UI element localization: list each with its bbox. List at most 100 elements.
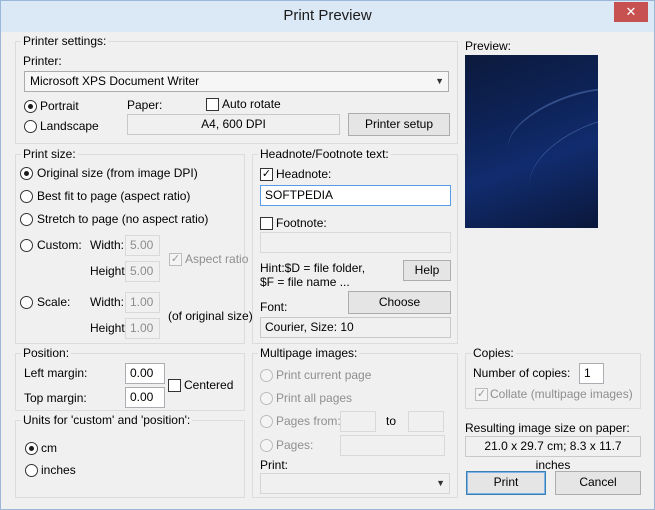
cancel-button[interactable]: Cancel — [555, 471, 641, 495]
help-button[interactable]: Help — [403, 260, 451, 281]
copies-group: Copies: Number of copies: 1 ✓ Collate (m… — [465, 346, 641, 409]
scale-radio[interactable] — [20, 296, 33, 309]
portrait-radio[interactable] — [24, 100, 37, 113]
footnote-checkbox[interactable] — [260, 217, 273, 230]
window-title: Print Preview — [283, 7, 372, 24]
custom-label: Custom: — [37, 238, 82, 252]
pages-from-label: Pages from: — [276, 414, 341, 428]
print-all-label: Print all pages — [276, 391, 353, 405]
units-group: Units for 'custom' and 'position': cm in… — [15, 413, 245, 498]
collate-checkbox[interactable]: ✓ — [475, 388, 488, 401]
landscape-label: Landscape — [40, 119, 99, 133]
left-margin-input[interactable]: 0.00 — [125, 363, 165, 384]
collate-label: Collate (multipage images) — [490, 387, 633, 401]
chevron-down-icon: ▼ — [435, 76, 444, 86]
printer-select[interactable]: Microsoft XPS Document Writer ▼ — [24, 71, 449, 92]
scale-label: Scale: — [37, 295, 71, 309]
original-size-radio[interactable] — [20, 167, 33, 180]
paper-info: A4, 600 DPI — [127, 114, 340, 135]
choose-font-button[interactable]: Choose — [348, 291, 451, 314]
pages-from-radio[interactable] — [260, 415, 273, 428]
cm-label: cm — [41, 441, 57, 455]
aspect-ratio-checkbox[interactable]: ✓ — [169, 253, 182, 266]
pages-from-input[interactable] — [340, 411, 376, 432]
print-current-radio[interactable] — [260, 369, 273, 382]
print-button[interactable]: Print — [466, 471, 546, 495]
scale-height-label: Height: — [90, 321, 129, 335]
custom-width-label: Width: — [90, 238, 125, 252]
font-label: Font: — [260, 300, 288, 314]
pages-to-label: to — [386, 414, 397, 428]
multipage-label: Multipage images: — [258, 346, 360, 360]
stretch-radio[interactable] — [20, 213, 33, 226]
best-fit-label: Best fit to page (aspect ratio) — [37, 189, 191, 203]
copies-label: Copies: — [471, 346, 516, 360]
position-group: Position: Left margin: 0.00 Top margin: … — [15, 346, 245, 411]
centered-label: Centered — [184, 378, 234, 392]
landscape-radio[interactable] — [24, 120, 37, 133]
custom-height-label: Height: — [90, 264, 129, 278]
top-margin-label: Top margin: — [24, 391, 87, 405]
headnote-label: Headnote: — [276, 167, 332, 181]
of-original-label: (of original size) — [168, 309, 253, 323]
top-margin-input[interactable]: 0.00 — [125, 387, 165, 408]
original-size-label: Original size (from image DPI) — [37, 166, 198, 180]
number-of-copies-label: Number of copies: — [473, 366, 571, 380]
print-size-group: Print size: Original size (from image DP… — [15, 147, 253, 344]
pages-input[interactable] — [340, 435, 445, 456]
footnote-input[interactable] — [260, 232, 451, 253]
headnote-footnote-group: Headnote/Footnote text: ✓ Headnote: SOFT… — [252, 147, 458, 344]
hint-line-2: $F = file name ... — [260, 275, 350, 289]
title-bar: Print Preview ✕ — [1, 1, 654, 32]
printer-setup-button[interactable]: Printer setup — [348, 113, 450, 136]
headnote-checkbox[interactable]: ✓ — [260, 168, 273, 181]
close-button[interactable]: ✕ — [614, 2, 648, 22]
custom-width-input[interactable]: 5.00 — [125, 235, 160, 256]
footnote-label: Footnote: — [276, 216, 327, 230]
hint-line-1: Hint:$D = file folder, — [260, 261, 366, 275]
print-size-label: Print size: — [21, 147, 78, 161]
number-of-copies-input[interactable]: 1 — [579, 363, 604, 384]
chevron-down-icon: ▼ — [436, 478, 445, 488]
units-label: Units for 'custom' and 'position': — [21, 413, 193, 427]
portrait-label: Portrait — [40, 99, 79, 113]
preview-image — [465, 55, 598, 228]
dialog-body: Printer settings: Printer: Microsoft XPS… — [8, 32, 647, 504]
inches-radio[interactable] — [25, 464, 38, 477]
headnote-footnote-label: Headnote/Footnote text: — [258, 147, 391, 161]
printer-settings-group: Printer settings: Printer: Microsoft XPS… — [15, 34, 458, 144]
close-icon: ✕ — [625, 4, 637, 19]
pages-radio[interactable] — [260, 439, 273, 452]
headnote-input[interactable]: SOFTPEDIA — [260, 185, 451, 206]
printer-label: Printer: — [23, 54, 62, 68]
multipage-group: Multipage images: Print current page Pri… — [252, 346, 458, 498]
cm-radio[interactable] — [25, 442, 38, 455]
print-all-radio[interactable] — [260, 392, 273, 405]
paper-label: Paper: — [127, 98, 163, 112]
printer-settings-label: Printer settings: — [21, 34, 109, 48]
print-select-label: Print: — [260, 458, 289, 472]
centered-checkbox[interactable] — [168, 379, 181, 392]
custom-radio[interactable] — [20, 239, 33, 252]
preview-label: Preview: — [465, 39, 512, 53]
left-margin-label: Left margin: — [24, 366, 88, 380]
print-select[interactable]: ▼ — [260, 473, 450, 494]
aspect-ratio-label: Aspect ratio — [185, 252, 249, 266]
print-current-label: Print current page — [276, 368, 372, 382]
best-fit-radio[interactable] — [20, 190, 33, 203]
pages-label: Pages: — [276, 438, 314, 452]
auto-rotate-checkbox[interactable] — [206, 98, 219, 111]
result-value: 21.0 x 29.7 cm; 8.3 x 11.7 inches — [465, 436, 641, 472]
font-value: Courier, Size: 10 — [260, 317, 451, 338]
inches-label: inches — [41, 463, 76, 477]
scale-width-label: Width: — [90, 295, 125, 309]
scale-width-input[interactable]: 1.00 — [125, 292, 160, 313]
position-label: Position: — [21, 346, 72, 360]
stretch-label: Stretch to page (no aspect ratio) — [37, 212, 209, 226]
scale-height-input[interactable]: 1.00 — [125, 318, 160, 339]
print-preview-window: Print Preview ✕ Printer settings: Printe… — [0, 0, 655, 510]
printer-select-value: Microsoft XPS Document Writer — [30, 74, 200, 88]
result-label: Resulting image size on paper: — [465, 421, 630, 435]
custom-height-input[interactable]: 5.00 — [125, 261, 160, 282]
pages-to-input[interactable] — [408, 411, 444, 432]
